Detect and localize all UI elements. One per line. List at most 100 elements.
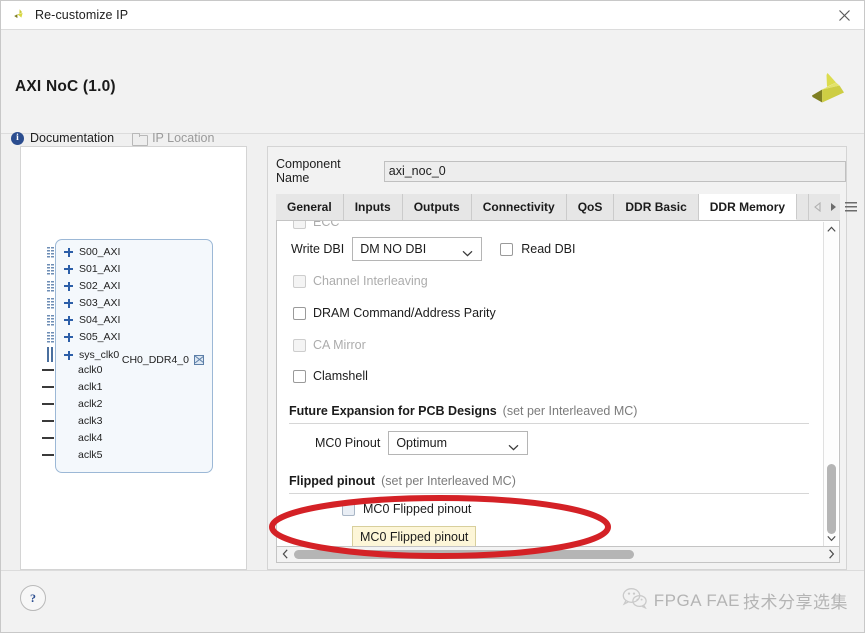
expand-plus-icon[interactable] xyxy=(64,316,73,325)
dialog-footer: ? FPGA FAE 技术分享选集 xyxy=(1,570,865,632)
port-aclk0[interactable]: aclk0 xyxy=(78,362,103,378)
clk-stub xyxy=(42,386,54,388)
read-dbi-checkbox[interactable] xyxy=(500,243,513,256)
window-titlebar: Re-customize IP xyxy=(1,1,865,30)
flipped-pinout-subtitle: (set per Interleaved MC) xyxy=(381,474,516,488)
mc0-pinout-row: MC0 Pinout Optimum xyxy=(315,431,528,455)
chevron-right-icon[interactable] xyxy=(829,202,838,212)
tab-inputs[interactable]: Inputs xyxy=(344,194,403,220)
expand-plus-icon[interactable] xyxy=(64,282,73,291)
future-expansion-section-header: Future Expansion for PCB Designs (set pe… xyxy=(289,404,637,418)
clamshell-row[interactable]: Clamshell xyxy=(293,369,368,383)
port-s03-axi[interactable]: S03_AXI xyxy=(64,295,120,311)
bus-stub xyxy=(47,280,54,292)
bus-stub xyxy=(47,263,54,275)
bus-stub xyxy=(47,246,54,258)
tab-ddr-memory[interactable]: DDR Memory xyxy=(699,194,797,220)
write-dbi-row: Write DBI DM NO DBI Read DBI xyxy=(291,237,575,261)
expand-plus-icon[interactable] xyxy=(64,351,73,360)
write-dbi-select[interactable]: DM NO DBI xyxy=(352,237,482,261)
channel-interleaving-row[interactable]: Channel Interleaving xyxy=(293,274,428,288)
mc0-flipped-pinout-label: MC0 Flipped pinout xyxy=(363,502,471,516)
tab-ddr-address-mapping[interactable]: DDR xyxy=(797,194,809,220)
ecc-label: ECC xyxy=(313,221,339,229)
channel-interleaving-checkbox[interactable] xyxy=(293,275,306,288)
tab-ddr-basic[interactable]: DDR Basic xyxy=(614,194,698,220)
mc0-pinout-value: Optimum xyxy=(396,436,447,450)
expand-plus-icon[interactable] xyxy=(64,299,73,308)
tab-qos[interactable]: QoS xyxy=(567,194,615,220)
port-aclk2[interactable]: aclk2 xyxy=(78,396,103,412)
mc0-flipped-pinout-tooltip: MC0 Flipped pinout xyxy=(352,526,476,547)
close-icon[interactable] xyxy=(822,1,865,30)
component-name-input[interactable] xyxy=(384,161,846,182)
bus-stub xyxy=(47,331,54,343)
header-links: i Documentation IP Location xyxy=(11,131,214,145)
write-dbi-value: DM NO DBI xyxy=(360,242,426,256)
port-aclk5[interactable]: aclk5 xyxy=(78,447,103,463)
component-name-label: Component Name xyxy=(276,157,376,185)
amd-xilinx-logo-icon xyxy=(806,70,848,112)
wechat-icon xyxy=(622,587,648,614)
port-label: S03_AXI xyxy=(79,297,120,309)
tab-label: Outputs xyxy=(414,200,460,214)
expand-plus-icon[interactable] xyxy=(64,333,73,342)
section-divider xyxy=(289,423,809,424)
port-s04-axi[interactable]: S04_AXI xyxy=(64,312,120,328)
horizontal-scrollbar[interactable] xyxy=(276,547,840,563)
tooltip-text: MC0 Flipped pinout xyxy=(360,530,468,544)
port-s00-axi[interactable]: S00_AXI xyxy=(64,244,120,260)
tab-connectivity[interactable]: Connectivity xyxy=(472,194,567,220)
port-label: aclk2 xyxy=(78,398,103,410)
dram-parity-row[interactable]: DRAM Command/Address Parity xyxy=(293,306,496,320)
tab-outputs[interactable]: Outputs xyxy=(403,194,472,220)
port-aclk3[interactable]: aclk3 xyxy=(78,413,103,429)
documentation-link[interactable]: i Documentation xyxy=(11,131,114,145)
clk-stub xyxy=(42,369,54,371)
help-button[interactable]: ? xyxy=(20,585,46,611)
vertical-scroll-thumb[interactable] xyxy=(827,464,836,534)
mc0-flipped-pinout-checkbox[interactable] xyxy=(342,503,355,516)
dram-parity-checkbox[interactable] xyxy=(293,307,306,320)
port-s01-axi[interactable]: S01_AXI xyxy=(64,261,120,277)
port-aclk4[interactable]: aclk4 xyxy=(78,430,103,446)
folder-icon xyxy=(132,133,146,144)
port-aclk1[interactable]: aclk1 xyxy=(78,379,103,395)
ecc-checkbox-row[interactable]: ECC xyxy=(293,221,339,229)
ca-mirror-row[interactable]: CA Mirror xyxy=(293,338,366,352)
tab-general[interactable]: General xyxy=(276,194,344,220)
scroll-left-icon[interactable] xyxy=(277,547,293,561)
mc0-pinout-select[interactable]: Optimum xyxy=(388,431,528,455)
port-ch0-ddr4-0[interactable]: CH0_DDR4_0 xyxy=(122,354,204,366)
clk-stub xyxy=(42,403,54,405)
mc0-pinout-label: MC0 Pinout xyxy=(315,436,380,450)
info-icon: i xyxy=(11,132,24,145)
scroll-up-icon[interactable] xyxy=(824,222,839,237)
ecc-checkbox[interactable] xyxy=(293,221,306,229)
clamshell-checkbox[interactable] xyxy=(293,370,306,383)
port-sys-clk0[interactable]: sys_clk0 xyxy=(64,347,119,363)
flipped-pinout-title: Flipped pinout xyxy=(289,474,375,488)
port-label: aclk0 xyxy=(78,364,103,376)
port-s05-axi[interactable]: S05_AXI xyxy=(64,329,120,345)
ip-location-link[interactable]: IP Location xyxy=(132,131,214,145)
config-tab-bar: General Inputs Outputs Connectivity QoS … xyxy=(276,194,840,221)
port-label: S04_AXI xyxy=(79,314,120,326)
port-s02-axi[interactable]: S02_AXI xyxy=(64,278,120,294)
scroll-right-icon[interactable] xyxy=(823,547,839,561)
scroll-down-icon[interactable] xyxy=(824,531,839,546)
tab-list-menu-icon[interactable] xyxy=(845,202,857,212)
port-label: S05_AXI xyxy=(79,331,120,343)
window-title: Re-customize IP xyxy=(35,8,128,22)
expand-plus-icon[interactable] xyxy=(64,265,73,274)
flipped-pinout-section-header: Flipped pinout (set per Interleaved MC) xyxy=(289,474,516,488)
ca-mirror-checkbox[interactable] xyxy=(293,339,306,352)
expand-plus-icon[interactable] xyxy=(64,248,73,257)
chevron-down-icon xyxy=(508,440,519,454)
port-label: aclk1 xyxy=(78,381,103,393)
chevron-left-icon[interactable] xyxy=(813,202,822,212)
vertical-scrollbar[interactable] xyxy=(823,222,838,546)
mc0-flipped-pinout-row[interactable]: MC0 Flipped pinout xyxy=(342,502,471,516)
horizontal-scroll-thumb[interactable] xyxy=(294,550,634,559)
tab-label: Connectivity xyxy=(483,200,555,214)
